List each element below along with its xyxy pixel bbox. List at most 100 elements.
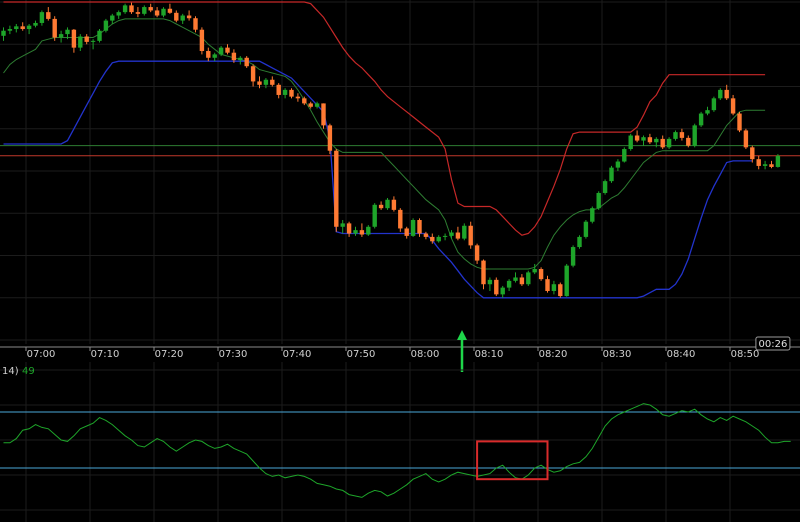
candle xyxy=(513,272,518,283)
candle xyxy=(698,111,704,128)
trading-chart[interactable]: 5007:0007:1007:2007:3007:4007:5008:0008:… xyxy=(0,0,800,522)
candle xyxy=(212,52,217,62)
candle-body xyxy=(71,29,77,48)
candle xyxy=(538,267,544,281)
candle xyxy=(20,22,25,31)
candle xyxy=(186,10,192,21)
candle xyxy=(116,10,121,19)
candle-body xyxy=(583,221,589,237)
candle-body xyxy=(711,98,717,111)
candle-body xyxy=(225,47,230,53)
time-tick-label: 07:40 xyxy=(283,349,312,360)
candle-body xyxy=(647,137,653,143)
time-tick-label: 08:30 xyxy=(603,349,632,360)
candle-body xyxy=(737,113,742,131)
time-tick-label: 07:20 xyxy=(155,349,184,360)
candle xyxy=(180,13,185,24)
candle-body xyxy=(532,269,537,273)
candle-body xyxy=(564,265,569,297)
candle-body xyxy=(302,98,307,104)
indicator-line-series xyxy=(3,403,791,498)
candle-body xyxy=(494,279,499,295)
time-tick-label: 08:00 xyxy=(411,349,440,360)
time-axis: 5007:0007:1007:2007:3007:4007:5008:0008:… xyxy=(0,346,800,360)
candle-body xyxy=(353,230,358,234)
signal-arrow-icon xyxy=(457,330,467,372)
candle xyxy=(769,160,774,169)
time-tick-label: 07:10 xyxy=(91,349,120,360)
candle-body xyxy=(103,20,109,31)
candle-body xyxy=(545,279,550,291)
candle xyxy=(14,23,19,33)
indicator-current-value: 49 xyxy=(22,366,35,377)
countdown-badge-text: 00:26 xyxy=(758,339,787,350)
candle-body xyxy=(346,223,352,234)
candle xyxy=(730,94,736,116)
candle-body xyxy=(116,12,121,16)
candle-body xyxy=(769,164,774,167)
candle xyxy=(276,83,281,99)
candle-body xyxy=(193,18,198,30)
time-tick-label: 07:30 xyxy=(219,349,248,360)
candle xyxy=(577,235,582,249)
candle-body xyxy=(679,132,685,138)
candle-body xyxy=(634,135,640,141)
candle-body xyxy=(718,89,723,99)
time-tick-label: 07:00 xyxy=(27,349,56,360)
time-tick-label: 08:20 xyxy=(539,349,568,360)
candle xyxy=(250,64,256,87)
time-tick-label: 07:50 xyxy=(347,349,376,360)
candle-body xyxy=(295,96,301,99)
candle-body xyxy=(65,29,70,35)
price-channel xyxy=(3,1,766,299)
candle xyxy=(494,277,499,297)
candle-body xyxy=(449,232,454,236)
candle xyxy=(282,88,288,99)
candle-body xyxy=(526,272,531,285)
candle-body xyxy=(775,155,781,167)
candle-body xyxy=(276,84,281,95)
candle xyxy=(596,191,601,210)
candle-body xyxy=(673,132,678,139)
candle-body xyxy=(609,167,614,182)
candle xyxy=(583,220,589,239)
candle xyxy=(78,34,83,52)
candle xyxy=(366,225,371,236)
candle-body xyxy=(26,25,32,30)
candle xyxy=(526,270,531,286)
candle-body xyxy=(199,29,205,52)
candle-body xyxy=(154,10,160,16)
candle-body xyxy=(212,54,217,58)
channel-middle-line xyxy=(3,18,766,270)
candle xyxy=(154,7,160,18)
candle xyxy=(590,206,595,224)
candle xyxy=(634,130,640,143)
candle xyxy=(500,285,505,298)
candle xyxy=(455,226,461,241)
candle-body xyxy=(110,15,115,21)
candle xyxy=(327,123,333,155)
candle-body xyxy=(122,5,128,13)
candle-body xyxy=(244,57,249,67)
candle xyxy=(206,47,211,62)
candle-body xyxy=(58,34,64,38)
indicator-line xyxy=(3,403,791,498)
candle xyxy=(775,154,781,168)
candle xyxy=(33,20,38,28)
candle-body xyxy=(14,26,19,30)
channel-lower-line xyxy=(3,60,753,299)
candle-body xyxy=(378,204,384,209)
indicator-label: 14) 49 xyxy=(2,366,35,377)
candle xyxy=(711,96,717,112)
candle-body xyxy=(385,199,390,209)
candle xyxy=(321,103,326,129)
candle-body xyxy=(148,7,153,11)
candle-body xyxy=(404,228,409,236)
candle-body xyxy=(602,181,608,193)
candle xyxy=(750,145,755,163)
candle-body xyxy=(513,277,518,281)
candle-body xyxy=(462,225,467,239)
candle xyxy=(468,221,473,249)
candle xyxy=(334,149,339,232)
candle-body xyxy=(481,260,486,285)
